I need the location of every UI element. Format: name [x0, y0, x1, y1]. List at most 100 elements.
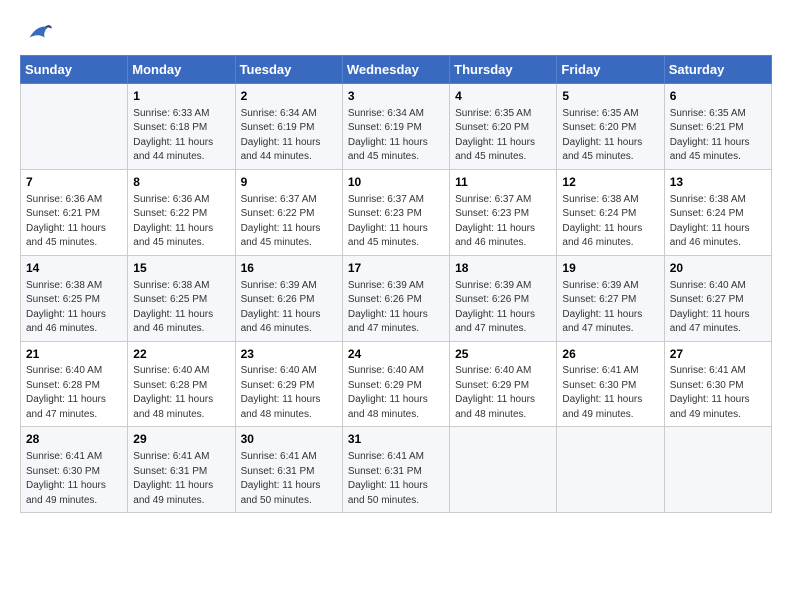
calendar-cell: 8Sunrise: 6:36 AM Sunset: 6:22 PM Daylig…	[128, 169, 235, 255]
day-number: 7	[26, 174, 122, 191]
calendar-cell: 17 Sunrise: 6:39 AM Sunset: 6:26 PM Dayli…	[342, 255, 449, 341]
day-info: Sunrise: 6:41 AM Sunset: 6:31 PM Dayligh…	[133, 450, 229, 508]
calendar-cell: 22Sunrise: 6:40 AM Sunset: 6:28 PM Dayli…	[128, 341, 235, 427]
day-number: 13	[670, 174, 766, 191]
calendar-cell: 21Sunrise: 6:40 AM Sunset: 6:28 PM Dayli…	[21, 341, 128, 427]
day-info: Sunrise: 6:40 AM Sunset: 6:29 PM Dayligh…	[241, 364, 337, 422]
day-info: Sunrise: 6:39 AM Sunset: 6:27 PM Dayligh…	[562, 279, 658, 337]
week-row-2: 7Sunrise: 6:36 AM Sunset: 6:21 PM Daylig…	[21, 169, 772, 255]
calendar-cell	[664, 427, 771, 513]
calendar-cell: 29 Sunrise: 6:41 AM Sunset: 6:31 PM Dayli…	[128, 427, 235, 513]
calendar-cell: 24Sunrise: 6:40 AM Sunset: 6:29 PM Dayli…	[342, 341, 449, 427]
day-info: Sunrise: 6:35 AM Sunset: 6:21 PM Dayligh…	[670, 107, 766, 165]
page-header	[20, 20, 772, 45]
logo	[20, 20, 50, 45]
calendar-cell: 26Sunrise: 6:41 AM Sunset: 6:30 PM Dayli…	[557, 341, 664, 427]
calendar-cell: 18Sunrise: 6:39 AM Sunset: 6:26 PM Dayli…	[450, 255, 557, 341]
calendar-cell: 19 Sunrise: 6:39 AM Sunset: 6:27 PM Dayli…	[557, 255, 664, 341]
day-info: Sunrise: 6:39 AM Sunset: 6:26 PM Dayligh…	[455, 279, 551, 337]
calendar-cell: 28Sunrise: 6:41 AM Sunset: 6:30 PM Dayli…	[21, 427, 128, 513]
header-cell-wednesday: Wednesday	[342, 56, 449, 84]
calendar-cell: 30 Sunrise: 6:41 AM Sunset: 6:31 PM Dayli…	[235, 427, 342, 513]
day-number: 21	[26, 346, 122, 363]
day-number: 8	[133, 174, 229, 191]
day-number: 5	[562, 88, 658, 105]
day-number: 3	[348, 88, 444, 105]
day-info: Sunrise: 6:34 AM Sunset: 6:19 PM Dayligh…	[241, 107, 337, 165]
header-cell-monday: Monday	[128, 56, 235, 84]
calendar-cell: 16 Sunrise: 6:39 AM Sunset: 6:26 PM Dayli…	[235, 255, 342, 341]
day-info: Sunrise: 6:41 AM Sunset: 6:31 PM Dayligh…	[241, 450, 337, 508]
header-cell-sunday: Sunday	[21, 56, 128, 84]
day-number: 28	[26, 431, 122, 448]
calendar-cell: 23Sunrise: 6:40 AM Sunset: 6:29 PM Dayli…	[235, 341, 342, 427]
calendar-header: SundayMondayTuesdayWednesdayThursdayFrid…	[21, 56, 772, 84]
day-number: 4	[455, 88, 551, 105]
header-row: SundayMondayTuesdayWednesdayThursdayFrid…	[21, 56, 772, 84]
week-row-5: 28Sunrise: 6:41 AM Sunset: 6:30 PM Dayli…	[21, 427, 772, 513]
day-info: Sunrise: 6:40 AM Sunset: 6:28 PM Dayligh…	[26, 364, 122, 422]
week-row-1: 1 Sunrise: 6:33 AM Sunset: 6:18 PM Daylig…	[21, 84, 772, 170]
header-cell-saturday: Saturday	[664, 56, 771, 84]
header-cell-thursday: Thursday	[450, 56, 557, 84]
day-info: Sunrise: 6:41 AM Sunset: 6:30 PM Dayligh…	[562, 364, 658, 422]
day-info: Sunrise: 6:37 AM Sunset: 6:22 PM Dayligh…	[241, 193, 337, 251]
day-number: 6	[670, 88, 766, 105]
day-number: 11	[455, 174, 551, 191]
day-number: 2	[241, 88, 337, 105]
day-info: Sunrise: 6:40 AM Sunset: 6:27 PM Dayligh…	[670, 279, 766, 337]
day-number: 19	[562, 260, 658, 277]
day-number: 1	[133, 88, 229, 105]
calendar-cell: 5 Sunrise: 6:35 AM Sunset: 6:20 PM Daylig…	[557, 84, 664, 170]
day-info: Sunrise: 6:40 AM Sunset: 6:29 PM Dayligh…	[348, 364, 444, 422]
calendar-table: SundayMondayTuesdayWednesdayThursdayFrid…	[20, 55, 772, 513]
calendar-cell: 13Sunrise: 6:38 AM Sunset: 6:24 PM Dayli…	[664, 169, 771, 255]
header-cell-tuesday: Tuesday	[235, 56, 342, 84]
day-info: Sunrise: 6:35 AM Sunset: 6:20 PM Dayligh…	[562, 107, 658, 165]
day-number: 29	[133, 431, 229, 448]
calendar-cell: 27Sunrise: 6:41 AM Sunset: 6:30 PM Dayli…	[664, 341, 771, 427]
day-number: 15	[133, 260, 229, 277]
day-info: Sunrise: 6:39 AM Sunset: 6:26 PM Dayligh…	[348, 279, 444, 337]
calendar-body: 1 Sunrise: 6:33 AM Sunset: 6:18 PM Daylig…	[21, 84, 772, 513]
header-cell-friday: Friday	[557, 56, 664, 84]
day-info: Sunrise: 6:39 AM Sunset: 6:26 PM Dayligh…	[241, 279, 337, 337]
day-info: Sunrise: 6:33 AM Sunset: 6:18 PM Dayligh…	[133, 107, 229, 165]
day-number: 9	[241, 174, 337, 191]
calendar-cell: 20 Sunrise: 6:40 AM Sunset: 6:27 PM Dayli…	[664, 255, 771, 341]
day-info: Sunrise: 6:35 AM Sunset: 6:20 PM Dayligh…	[455, 107, 551, 165]
day-info: Sunrise: 6:37 AM Sunset: 6:23 PM Dayligh…	[348, 193, 444, 251]
day-info: Sunrise: 6:38 AM Sunset: 6:25 PM Dayligh…	[133, 279, 229, 337]
day-number: 10	[348, 174, 444, 191]
day-info: Sunrise: 6:41 AM Sunset: 6:30 PM Dayligh…	[670, 364, 766, 422]
day-info: Sunrise: 6:38 AM Sunset: 6:25 PM Dayligh…	[26, 279, 122, 337]
calendar-cell: 12Sunrise: 6:38 AM Sunset: 6:24 PM Dayli…	[557, 169, 664, 255]
day-info: Sunrise: 6:40 AM Sunset: 6:29 PM Dayligh…	[455, 364, 551, 422]
day-number: 22	[133, 346, 229, 363]
week-row-3: 14 Sunrise: 6:38 AM Sunset: 6:25 PM Dayli…	[21, 255, 772, 341]
day-number: 25	[455, 346, 551, 363]
day-info: Sunrise: 6:34 AM Sunset: 6:19 PM Dayligh…	[348, 107, 444, 165]
day-number: 23	[241, 346, 337, 363]
calendar-cell	[557, 427, 664, 513]
logo-bird-icon	[22, 21, 52, 45]
day-number: 30	[241, 431, 337, 448]
calendar-cell: 25Sunrise: 6:40 AM Sunset: 6:29 PM Dayli…	[450, 341, 557, 427]
calendar-cell: 4 Sunrise: 6:35 AM Sunset: 6:20 PM Daylig…	[450, 84, 557, 170]
week-row-4: 21Sunrise: 6:40 AM Sunset: 6:28 PM Dayli…	[21, 341, 772, 427]
calendar-cell: 7Sunrise: 6:36 AM Sunset: 6:21 PM Daylig…	[21, 169, 128, 255]
calendar-cell: 1 Sunrise: 6:33 AM Sunset: 6:18 PM Daylig…	[128, 84, 235, 170]
day-number: 16	[241, 260, 337, 277]
day-number: 14	[26, 260, 122, 277]
day-info: Sunrise: 6:37 AM Sunset: 6:23 PM Dayligh…	[455, 193, 551, 251]
day-number: 24	[348, 346, 444, 363]
day-number: 20	[670, 260, 766, 277]
day-number: 27	[670, 346, 766, 363]
calendar-cell: 10 Sunrise: 6:37 AM Sunset: 6:23 PM Dayli…	[342, 169, 449, 255]
day-number: 17	[348, 260, 444, 277]
calendar-cell: 6 Sunrise: 6:35 AM Sunset: 6:21 PM Daylig…	[664, 84, 771, 170]
calendar-cell: 2 Sunrise: 6:34 AM Sunset: 6:19 PM Daylig…	[235, 84, 342, 170]
day-number: 12	[562, 174, 658, 191]
calendar-cell	[21, 84, 128, 170]
day-info: Sunrise: 6:40 AM Sunset: 6:28 PM Dayligh…	[133, 364, 229, 422]
